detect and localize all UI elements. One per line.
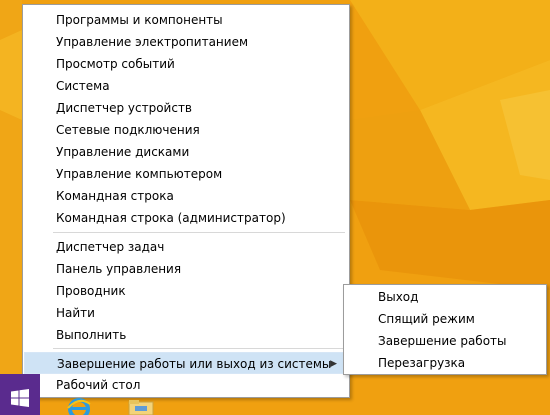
context-menu: Программы и компоненты Управление электр… bbox=[22, 4, 350, 398]
menu-item-computer-management[interactable]: Управление компьютером bbox=[24, 163, 348, 185]
menu-item-label: Завершение работы или выход из системы bbox=[57, 357, 332, 371]
menu-item-event-viewer[interactable]: Просмотр событий bbox=[24, 53, 348, 75]
menu-item-command-prompt-admin[interactable]: Командная строка (администратор) bbox=[24, 207, 348, 229]
menu-item-label: Диспетчер задач bbox=[56, 240, 165, 254]
menu-item-network-connections[interactable]: Сетевые подключения bbox=[24, 119, 348, 141]
internet-explorer-icon[interactable] bbox=[66, 396, 92, 415]
menu-item-label: Выполнить bbox=[56, 328, 127, 342]
menu-item-desktop[interactable]: Рабочий стол bbox=[24, 374, 348, 396]
submenu-item-label: Выход bbox=[378, 290, 419, 304]
menu-item-disk-management[interactable]: Управление дисками bbox=[24, 141, 348, 163]
menu-item-file-explorer[interactable]: Проводник bbox=[24, 280, 348, 302]
menu-item-label: Рабочий стол bbox=[56, 378, 141, 392]
menu-item-run[interactable]: Выполнить bbox=[24, 324, 348, 346]
file-explorer-icon[interactable] bbox=[128, 400, 154, 415]
submenu-item-shut-down[interactable]: Завершение работы bbox=[345, 330, 545, 352]
menu-item-programs-and-features[interactable]: Программы и компоненты bbox=[24, 9, 348, 31]
submenu-item-sign-out[interactable]: Выход bbox=[345, 286, 545, 308]
menu-item-label: Диспетчер устройств bbox=[56, 101, 193, 115]
menu-item-label: Проводник bbox=[56, 284, 126, 298]
menu-separator bbox=[53, 348, 345, 349]
menu-separator bbox=[53, 232, 345, 233]
menu-item-label: Программы и компоненты bbox=[56, 13, 223, 27]
menu-item-label: Командная строка (администратор) bbox=[56, 211, 286, 225]
menu-item-shutdown-or-sign-out[interactable]: Завершение работы или выход из системы ▶ bbox=[24, 352, 348, 374]
start-button[interactable] bbox=[0, 374, 40, 415]
menu-item-label: Система bbox=[56, 79, 110, 93]
menu-item-search[interactable]: Найти bbox=[24, 302, 348, 324]
menu-item-label: Сетевые подключения bbox=[56, 123, 200, 137]
menu-item-label: Командная строка bbox=[56, 189, 174, 203]
menu-item-power-options[interactable]: Управление электропитанием bbox=[24, 31, 348, 53]
submenu-item-label: Перезагрузка bbox=[378, 356, 466, 370]
menu-item-label: Управление дисками bbox=[56, 145, 190, 159]
menu-item-task-manager[interactable]: Диспетчер задач bbox=[24, 236, 348, 258]
submenu-item-label: Спящий режим bbox=[378, 312, 475, 326]
menu-item-label: Управление компьютером bbox=[56, 167, 223, 181]
submenu-item-sleep[interactable]: Спящий режим bbox=[345, 308, 545, 330]
menu-item-command-prompt[interactable]: Командная строка bbox=[24, 185, 348, 207]
menu-item-system[interactable]: Система bbox=[24, 75, 348, 97]
menu-item-label: Управление электропитанием bbox=[56, 35, 248, 49]
shutdown-submenu: Выход Спящий режим Завершение работы Пер… bbox=[343, 284, 547, 375]
menu-item-label: Найти bbox=[56, 306, 95, 320]
submenu-arrow-icon: ▶ bbox=[330, 359, 337, 369]
menu-item-device-manager[interactable]: Диспетчер устройств bbox=[24, 97, 348, 119]
menu-item-label: Панель управления bbox=[56, 262, 182, 276]
submenu-item-label: Завершение работы bbox=[378, 334, 507, 348]
windows-logo-icon bbox=[11, 389, 29, 407]
menu-item-label: Просмотр событий bbox=[56, 57, 175, 71]
submenu-item-restart[interactable]: Перезагрузка bbox=[345, 352, 545, 374]
menu-item-control-panel[interactable]: Панель управления bbox=[24, 258, 348, 280]
